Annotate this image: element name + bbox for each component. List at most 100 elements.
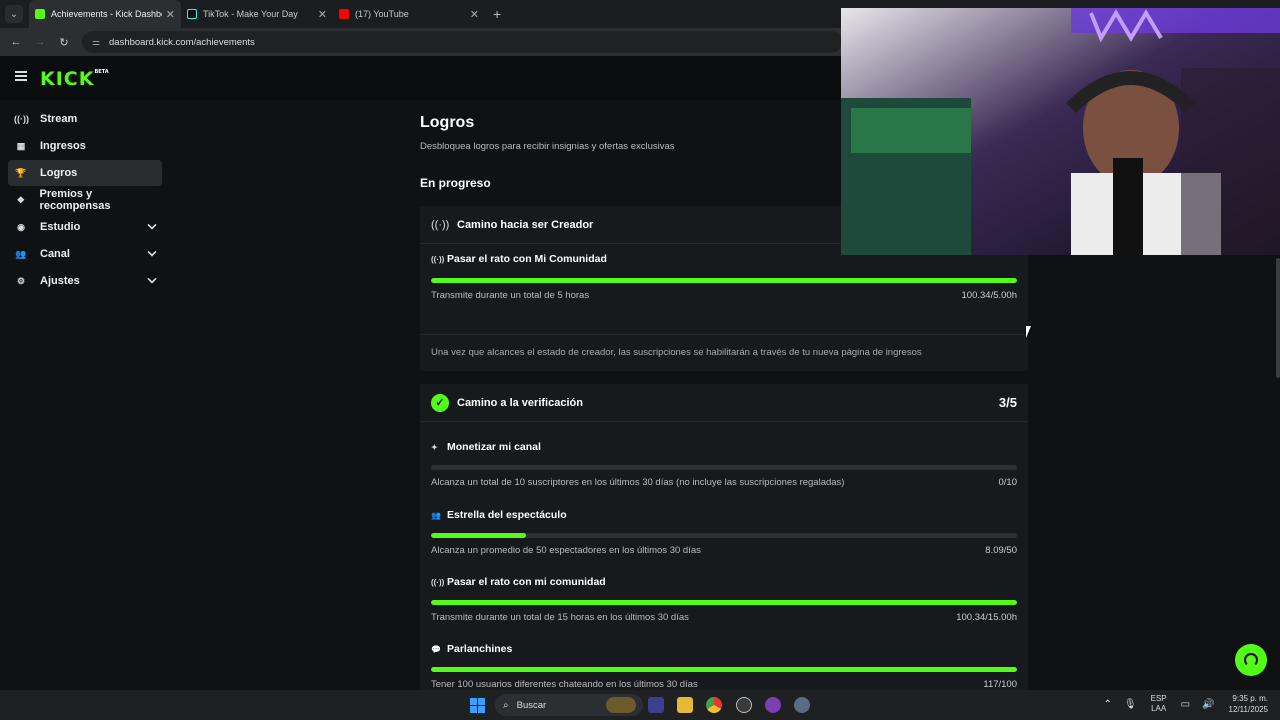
webcam-overlay <box>841 8 1280 255</box>
tab-title: TikTok - Make Your Day <box>203 9 298 19</box>
progress-bar <box>431 278 1017 283</box>
progress-bar <box>431 667 1017 672</box>
users-icon: 👥 <box>15 248 27 259</box>
broadcast-icon: ((·)) <box>431 218 450 231</box>
achievement-description: Transmite durante un total de 5 horas <box>431 290 590 301</box>
close-tab-icon[interactable]: ✕ <box>166 8 175 21</box>
page-title: Logros <box>420 114 475 131</box>
help-chat-button[interactable] <box>1235 644 1267 676</box>
windows-taskbar: ⌕ Buscar ⌃ 🎙 ESP LAA ▭ 🔊 9:35 p. m. 12/1… <box>0 690 1280 720</box>
clock[interactable]: 9:35 p. m. 12/11/2025 <box>1229 693 1268 715</box>
progress-bar <box>431 533 1017 538</box>
progress-fill <box>431 667 1017 672</box>
creator-note: Una vez que alcances el estado de creado… <box>431 347 922 358</box>
sidebar-item-label: Premios y recompensas <box>39 188 111 212</box>
widgets-icon[interactable] <box>606 697 636 713</box>
network-icon[interactable]: ▭ <box>1181 699 1190 710</box>
chat-icon: 💬 <box>431 644 441 654</box>
card-progress-count: 3/5 <box>998 395 1017 410</box>
kick-favicon-icon <box>35 9 45 19</box>
card-title: Camino a la verificación <box>457 396 583 409</box>
tab-title: (17) YouTube <box>355 9 409 19</box>
chevron-down-icon[interactable] <box>147 220 157 230</box>
headset-icon <box>1244 653 1258 667</box>
achievement-title-text: Pasar el rato con mi comunidad <box>447 576 606 588</box>
new-tab-icon[interactable]: + <box>493 6 501 22</box>
forward-icon[interactable]: → <box>28 36 52 48</box>
chevron-down-icon[interactable] <box>147 247 157 257</box>
page-scrollbar[interactable] <box>1276 258 1280 378</box>
section-heading: En progreso <box>420 176 491 190</box>
achievement-title-text: Parlanchines <box>447 643 513 655</box>
chrome-icon[interactable] <box>706 697 722 713</box>
site-info-icon[interactable]: ⚌ <box>92 37 101 48</box>
broadcast-icon: ((·)) <box>431 254 445 264</box>
sidebar-item-premios[interactable]: ❖ Premios y recompensas <box>8 187 162 213</box>
achievement-description: Alcanza un total de 10 suscriptores en l… <box>431 477 845 488</box>
page-subtitle: Desbloquea logros para recibir insignias… <box>420 141 675 152</box>
settings-icon[interactable] <box>794 697 810 713</box>
sidebar: ((·)) Stream ▦ Ingresos 🏆 Logros ❖ Premi… <box>0 106 170 295</box>
progress-fill <box>431 278 1017 283</box>
achievement-value: 100.34/5.00h <box>961 290 1017 301</box>
back-icon[interactable]: ← <box>4 36 28 48</box>
microphone-icon[interactable]: 🎙 <box>1124 699 1137 710</box>
url-input[interactable]: ⚌ dashboard.kick.com/achievements <box>82 31 842 53</box>
card-header[interactable]: ✓ Camino a la verificación 3/5 <box>420 384 1028 422</box>
achievement-title-text: Estrella del espectáculo <box>447 509 567 521</box>
sidebar-item-label: Ajustes <box>40 275 80 287</box>
search-placeholder: Buscar <box>516 699 547 711</box>
youtube-favicon-icon <box>339 9 349 19</box>
language-indicator[interactable]: ESP LAA <box>1151 694 1167 714</box>
sidebar-item-label: Ingresos <box>40 140 86 152</box>
sidebar-item-label: Logros <box>40 167 78 179</box>
system-tray: ⌃ 🎙 ESP LAA ▭ 🔊 9:35 p. m. 12/11/2025 <box>1098 693 1268 715</box>
clock-time: 9:35 p. m. <box>1232 694 1268 703</box>
sidebar-item-label: Stream <box>40 113 78 125</box>
broadcast-icon: ((·)) <box>431 577 445 587</box>
close-tab-icon[interactable]: ✕ <box>318 8 327 21</box>
hamburger-menu-icon[interactable] <box>15 71 27 81</box>
sidebar-item-estudio[interactable]: ◉ Estudio <box>8 214 162 240</box>
tab-search-button[interactable]: ⌄ <box>5 5 23 23</box>
sidebar-item-logros[interactable]: 🏆 Logros <box>8 160 162 186</box>
chevron-down-icon[interactable] <box>147 274 157 284</box>
progress-fill <box>431 600 1017 605</box>
browser-tab-tiktok[interactable]: TikTok - Make Your Day ✕ <box>181 0 333 28</box>
sidebar-item-stream[interactable]: ((·)) Stream <box>8 106 162 132</box>
sidebar-item-label: Estudio <box>40 221 81 233</box>
achievement-value: 100.34/15.00h <box>956 612 1017 623</box>
mouse-cursor-icon <box>1026 326 1031 338</box>
achievement-value: 0/10 <box>998 477 1018 488</box>
tiktok-favicon-icon <box>187 9 197 19</box>
url-text: dashboard.kick.com/achievements <box>109 36 255 48</box>
gear-icon: ⚙ <box>16 275 26 286</box>
windows-start-icon[interactable] <box>470 698 485 713</box>
achievement-description: Transmite durante un total de 15 horas e… <box>431 612 689 623</box>
gift-icon: ❖ <box>16 194 25 205</box>
kick-logo[interactable]: KICKBETA <box>40 68 109 90</box>
tab-title: Achievements - Kick Dashboard <box>51 9 162 19</box>
achievement-description: Tener 100 usuarios diferentes chateando … <box>431 679 698 690</box>
users-icon: 👥 <box>431 510 441 520</box>
sidebar-item-ingresos[interactable]: ▦ Ingresos <box>8 133 162 159</box>
reload-icon[interactable]: ↻ <box>52 36 76 49</box>
close-tab-icon[interactable]: ✕ <box>470 8 479 21</box>
streaming-app-icon[interactable] <box>765 697 781 713</box>
chevron-up-icon[interactable]: ⌃ <box>1104 699 1112 710</box>
achievement-title: ((·)) Pasar el rato con mi comunidad <box>431 576 606 588</box>
file-explorer-icon[interactable] <box>677 697 693 713</box>
browser-tab-kick[interactable]: Achievements - Kick Dashboard ✕ <box>29 0 181 28</box>
achievement-title-text: Monetizar mi canal <box>447 441 541 453</box>
app-icon[interactable] <box>736 697 752 713</box>
clock-date: 12/11/2025 <box>1228 705 1268 714</box>
progress-fill <box>431 533 526 538</box>
sidebar-item-canal[interactable]: 👥 Canal <box>8 241 162 267</box>
browser-tab-youtube[interactable]: (17) YouTube ✕ <box>333 0 485 28</box>
sidebar-item-ajustes[interactable]: ⚙ Ajustes <box>8 268 162 294</box>
sidebar-item-label: Canal <box>40 248 70 260</box>
store-icon[interactable] <box>648 697 664 713</box>
achievement-title: ((·)) Pasar el rato con Mi Comunidad <box>431 253 607 265</box>
volume-icon[interactable]: 🔊 <box>1202 699 1214 710</box>
progress-bar <box>431 465 1017 470</box>
